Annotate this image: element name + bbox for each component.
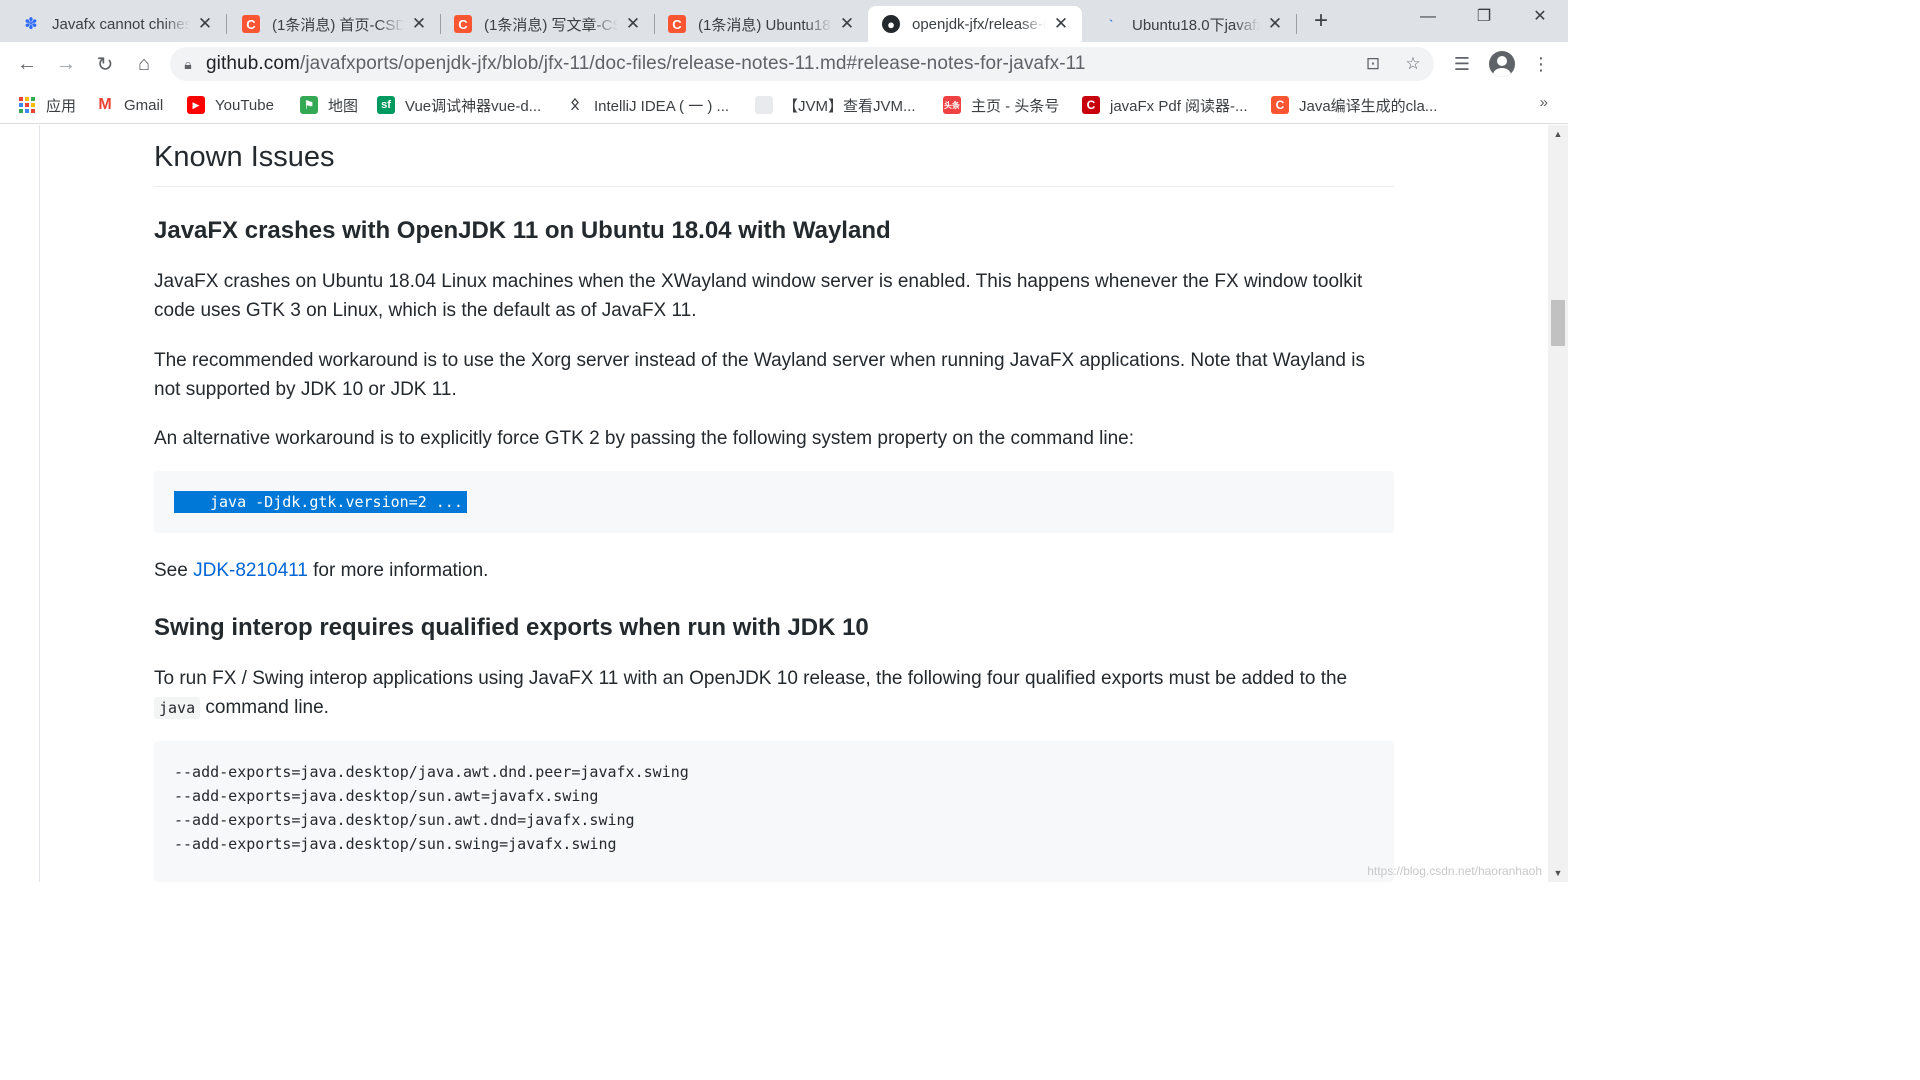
tab-ubuntu-javafx[interactable]: ˋ Ubuntu18.0下javafx ✕ xyxy=(1082,6,1296,42)
apps-grid-icon xyxy=(18,96,36,114)
playlist-icon: ☰ xyxy=(1453,53,1471,74)
github-icon: ● xyxy=(882,15,900,33)
bookmark-vue-devtools[interactable]: sf Vue调试神器vue-d... xyxy=(377,94,541,116)
star-icon[interactable]: ☆ xyxy=(1402,53,1424,75)
toutiao-icon: 头条 xyxy=(943,96,961,114)
tab-separator xyxy=(1296,14,1297,34)
selected-code-text[interactable]: java -Djdk.gtk.version=2 ... xyxy=(174,491,467,513)
scrollbar-thumb[interactable] xyxy=(1551,300,1565,346)
csdn-red-icon: C xyxy=(1082,96,1100,114)
csdn-icon: C xyxy=(1271,96,1289,114)
tab-csdn-home[interactable]: C (1条消息) 首页-CSDN ✕ xyxy=(226,6,440,42)
code-line: --add-exports=java.desktop/sun.awt.dnd=j… xyxy=(174,811,635,829)
scroll-down-arrow-icon[interactable]: ▼ xyxy=(1548,864,1568,882)
issue-heading-swing-interop: Swing interop requires qualified exports… xyxy=(154,614,869,641)
browser-toolbar: ← → ↻ ⌂ 🔒︎ github.com/javafxports/openjd… xyxy=(0,42,1568,86)
tab-strip: ✽ Javafx cannot chinese ✕ C (1条消息) 首页-CS… xyxy=(0,0,1568,42)
bookmark-java-class[interactable]: C Java编译生成的cla... xyxy=(1271,94,1437,116)
loading-icon: ˋ xyxy=(1108,16,1114,32)
minimize-button[interactable]: — xyxy=(1400,0,1456,36)
content-border xyxy=(39,125,40,882)
paragraph-swing-exports: To run FX / Swing interop applications u… xyxy=(154,668,1348,719)
menu-button[interactable]: ⋮ xyxy=(1526,50,1556,78)
csdn-icon: C xyxy=(668,15,686,33)
intellij-icon: ᛟ xyxy=(570,96,580,113)
code-block-gtk-version[interactable]: java -Djdk.gtk.version=2 ... xyxy=(154,471,1394,533)
paragraph-see-jdk: See JDK-8210411 for more information. xyxy=(154,560,489,581)
media-control-button[interactable]: ☰ xyxy=(1447,50,1477,78)
tab-javafx-cannot-chinese[interactable]: ✽ Javafx cannot chinese ✕ xyxy=(0,6,226,42)
tab-github-release-notes[interactable]: ● openjdk-jfx/release-notes ✕ xyxy=(868,6,1082,42)
bookmark-javafx-pdf[interactable]: C javaFx Pdf 阅读器-... xyxy=(1082,94,1248,116)
bookmark-gmail[interactable]: M Gmail xyxy=(96,94,163,116)
arrow-right-icon: → xyxy=(56,52,76,75)
bookmark-toutiao[interactable]: 头条 主页 - 头条号 xyxy=(943,94,1059,116)
home-button[interactable]: ⌂ xyxy=(129,50,159,78)
code-block-add-exports[interactable]: --add-exports=java.desktop/java.awt.dnd.… xyxy=(154,741,1394,882)
code-line: --add-exports=java.desktop/sun.awt=javaf… xyxy=(174,787,599,805)
bookmarks-bar: 应用 M Gmail ▶ YouTube ⚑ 地图 sf Vue调试神器vue-… xyxy=(0,86,1568,124)
address-bar[interactable]: 🔒︎ github.com/javafxports/openjdk-jfx/bl… xyxy=(170,47,1434,81)
translate-icon[interactable]: ⊡ xyxy=(1362,53,1384,75)
watermark-text: https://blog.csdn.net/haoranhaoh xyxy=(1367,864,1542,878)
scroll-up-arrow-icon[interactable]: ▲ xyxy=(1548,125,1568,143)
profile-button[interactable] xyxy=(1487,50,1517,78)
close-icon[interactable]: ✕ xyxy=(1052,14,1070,34)
gmail-icon: M xyxy=(98,96,112,113)
section-heading-known-issues: Known Issues xyxy=(154,141,1394,187)
bookmark-jvm[interactable]: 【JVM】查看JVM... xyxy=(755,94,916,116)
more-vertical-icon: ⋮ xyxy=(1532,53,1550,74)
maps-icon: ⚑ xyxy=(300,96,318,114)
url-domain: github.com xyxy=(206,53,300,74)
bookmark-maps[interactable]: ⚑ 地图 xyxy=(300,94,358,116)
paragraph-xorg-workaround: The recommended workaround is to use the… xyxy=(154,350,1365,400)
close-icon[interactable]: ✕ xyxy=(1266,14,1284,34)
vertical-scrollbar[interactable]: ▲ ▼ xyxy=(1548,125,1568,882)
restore-button[interactable]: ❐ xyxy=(1456,0,1512,36)
issue-heading-wayland: JavaFX crashes with OpenJDK 11 on Ubuntu… xyxy=(154,217,891,244)
bookmarks-overflow-button[interactable]: » xyxy=(1540,94,1548,111)
paragraph-wayland-crash: JavaFX crashes on Ubuntu 18.04 Linux mac… xyxy=(154,271,1363,321)
new-tab-button[interactable]: + xyxy=(1306,8,1336,36)
tab-csdn-ubuntu[interactable]: C (1条消息) Ubuntu18 ✕ xyxy=(654,6,868,42)
jdk-issue-link[interactable]: JDK-8210411 xyxy=(193,560,308,581)
close-icon[interactable]: ✕ xyxy=(624,14,642,34)
reload-icon: ↻ xyxy=(96,53,114,76)
csdn-icon: C xyxy=(242,15,260,33)
avatar-icon xyxy=(1489,51,1515,77)
reload-button[interactable]: ↻ xyxy=(90,50,120,78)
home-icon: ⌂ xyxy=(137,52,151,75)
paragraph-gtk2-workaround: An alternative workaround is to explicit… xyxy=(154,428,1135,449)
page-content: Known Issues JavaFX crashes with OpenJDK… xyxy=(0,125,1548,882)
close-icon[interactable]: ✕ xyxy=(196,14,214,34)
back-button[interactable]: ← xyxy=(12,50,42,78)
csdn-icon: C xyxy=(454,15,472,33)
arrow-left-icon: ← xyxy=(17,52,37,75)
close-icon[interactable]: ✕ xyxy=(410,14,428,34)
tab-csdn-write[interactable]: C (1条消息) 写文章-CSDN ✕ xyxy=(440,6,654,42)
youtube-icon: ▶ xyxy=(187,96,205,114)
bookmark-apps[interactable]: 应用 xyxy=(18,94,76,116)
lock-icon[interactable]: 🔒︎ xyxy=(170,56,206,73)
close-window-button[interactable]: ✕ xyxy=(1512,0,1568,36)
forward-button[interactable]: → xyxy=(51,50,81,78)
close-icon[interactable]: ✕ xyxy=(838,14,856,34)
bookmark-intellij[interactable]: ᛟ IntelliJ IDEA ( 一 ) ... xyxy=(566,94,729,116)
baidu-paw-icon: ✽ xyxy=(24,16,38,33)
page-icon xyxy=(755,96,773,114)
segmentfault-icon: sf xyxy=(377,96,395,114)
inline-code-java: java xyxy=(154,697,201,719)
code-line: --add-exports=java.desktop/sun.swing=jav… xyxy=(174,835,617,853)
code-line: --add-exports=java.desktop/java.awt.dnd.… xyxy=(174,763,689,781)
bookmark-youtube[interactable]: ▶ YouTube xyxy=(187,94,274,116)
url-path: /javafxports/openjdk-jfx/blob/jfx-11/doc… xyxy=(299,53,1086,74)
address-url[interactable]: github.com/javafxports/openjdk-jfx/blob/… xyxy=(206,53,1086,75)
